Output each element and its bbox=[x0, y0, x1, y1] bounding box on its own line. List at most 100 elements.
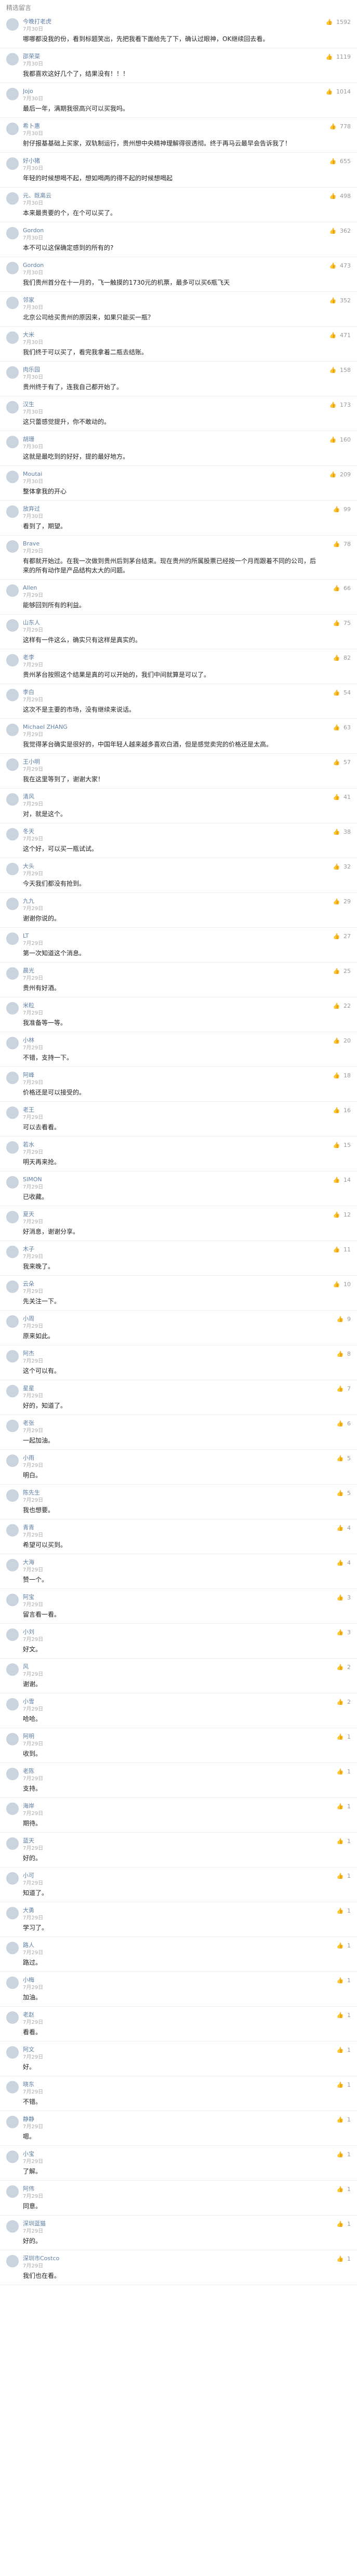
commenter-name[interactable]: 邵荣菜 bbox=[23, 52, 321, 61]
avatar[interactable] bbox=[6, 505, 19, 518]
commenter-name[interactable]: 小可 bbox=[23, 1872, 321, 1880]
like-button[interactable]: 👍 1 bbox=[337, 2047, 351, 2053]
like-button[interactable]: 👍 29 bbox=[333, 898, 351, 905]
like-button[interactable]: 👍 1 bbox=[337, 2186, 351, 2193]
like-button[interactable]: 👍 12 bbox=[333, 1211, 351, 1218]
commenter-name[interactable]: 冬天 bbox=[23, 827, 321, 836]
avatar[interactable] bbox=[6, 192, 19, 205]
like-button[interactable]: 👍 1 bbox=[337, 2116, 351, 2123]
commenter-name[interactable]: 深圳蓝猫 bbox=[23, 2220, 321, 2228]
avatar[interactable] bbox=[6, 53, 19, 65]
avatar[interactable] bbox=[6, 1454, 19, 1467]
like-button[interactable]: 👍 66 bbox=[333, 585, 351, 592]
like-button[interactable]: 👍 471 bbox=[329, 332, 351, 339]
avatar[interactable] bbox=[6, 758, 19, 771]
avatar[interactable] bbox=[6, 619, 19, 632]
commenter-name[interactable]: 希卜惠 bbox=[23, 122, 321, 130]
avatar[interactable] bbox=[6, 1768, 19, 1780]
commenter-name[interactable]: 胡珊 bbox=[23, 435, 321, 444]
like-button[interactable]: 👍 27 bbox=[333, 933, 351, 940]
like-button[interactable]: 👍 362 bbox=[329, 228, 351, 234]
commenter-name[interactable]: 大海 bbox=[23, 1558, 321, 1567]
avatar[interactable] bbox=[6, 1872, 19, 1885]
commenter-name[interactable]: 邻家 bbox=[23, 296, 321, 304]
like-button[interactable]: 👍 1 bbox=[337, 1733, 351, 1740]
like-button[interactable]: 👍 160 bbox=[329, 436, 351, 443]
commenter-name[interactable]: Jojo bbox=[23, 87, 321, 96]
commenter-name[interactable]: 大头 bbox=[23, 862, 321, 871]
commenter-name[interactable]: 风 bbox=[23, 1663, 321, 1671]
commenter-name[interactable]: 海岸 bbox=[23, 1802, 321, 1810]
avatar[interactable] bbox=[6, 2046, 19, 2059]
commenter-name[interactable]: Moutai bbox=[23, 470, 321, 478]
commenter-name[interactable]: Brave bbox=[23, 540, 321, 548]
commenter-name[interactable]: 静静 bbox=[23, 2115, 321, 2124]
like-button[interactable]: 👍 99 bbox=[333, 506, 351, 513]
commenter-name[interactable]: 九九 bbox=[23, 897, 321, 905]
like-button[interactable]: 👍 352 bbox=[329, 297, 351, 304]
commenter-name[interactable]: 阿文 bbox=[23, 2046, 321, 2054]
avatar[interactable] bbox=[6, 123, 19, 135]
avatar[interactable] bbox=[6, 1350, 19, 1363]
commenter-name[interactable]: 老李 bbox=[23, 653, 321, 662]
commenter-name[interactable]: 大米 bbox=[23, 331, 321, 339]
avatar[interactable] bbox=[6, 2116, 19, 2128]
avatar[interactable] bbox=[6, 227, 19, 239]
commenter-name[interactable]: 阿宝 bbox=[23, 1593, 321, 1601]
avatar[interactable] bbox=[6, 1489, 19, 1502]
commenter-name[interactable]: 小雨 bbox=[23, 1454, 321, 1462]
commenter-name[interactable]: 蓝天 bbox=[23, 1837, 321, 1845]
commenter-name[interactable]: 路人 bbox=[23, 1941, 321, 1950]
commenter-name[interactable]: 汉生 bbox=[23, 401, 321, 409]
like-button[interactable]: 👍 2 bbox=[337, 1699, 351, 1705]
avatar[interactable] bbox=[6, 401, 19, 413]
avatar[interactable] bbox=[6, 297, 19, 309]
commenter-name[interactable]: 夏天 bbox=[23, 1210, 321, 1219]
like-button[interactable]: 👍 1 bbox=[337, 2081, 351, 2088]
avatar[interactable] bbox=[6, 1594, 19, 1606]
avatar[interactable] bbox=[6, 540, 19, 553]
avatar[interactable] bbox=[6, 1176, 19, 1189]
avatar[interactable] bbox=[6, 2185, 19, 2198]
commenter-name[interactable]: 晓东 bbox=[23, 2080, 321, 2089]
avatar[interactable] bbox=[6, 1072, 19, 1084]
like-button[interactable]: 👍 10 bbox=[333, 1281, 351, 1288]
like-button[interactable]: 👍 41 bbox=[333, 794, 351, 800]
avatar[interactable] bbox=[6, 967, 19, 980]
commenter-name[interactable]: Gordon bbox=[23, 226, 321, 235]
like-button[interactable]: 👍 11 bbox=[333, 1246, 351, 1253]
avatar[interactable] bbox=[6, 1629, 19, 1641]
like-button[interactable]: 👍 1 bbox=[337, 1768, 351, 1775]
commenter-name[interactable]: 李白 bbox=[23, 688, 321, 697]
like-button[interactable]: 👍 63 bbox=[333, 724, 351, 731]
commenter-name[interactable]: 阿明 bbox=[23, 1732, 321, 1741]
avatar[interactable] bbox=[6, 1315, 19, 1328]
commenter-name[interactable]: 老陈 bbox=[23, 1767, 321, 1776]
like-button[interactable]: 👍 18 bbox=[333, 1072, 351, 1079]
like-button[interactable]: 👍 32 bbox=[333, 863, 351, 870]
commenter-name[interactable]: 好小猪 bbox=[23, 157, 321, 165]
avatar[interactable] bbox=[6, 366, 19, 379]
avatar[interactable] bbox=[6, 1663, 19, 1676]
commenter-name[interactable]: 肉乐园 bbox=[23, 366, 321, 374]
like-button[interactable]: 👍 1 bbox=[337, 1977, 351, 1984]
like-button[interactable]: 👍 14 bbox=[333, 1177, 351, 1183]
avatar[interactable] bbox=[6, 2151, 19, 2163]
avatar[interactable] bbox=[6, 262, 19, 274]
avatar[interactable] bbox=[6, 1524, 19, 1537]
avatar[interactable] bbox=[6, 1246, 19, 1258]
avatar[interactable] bbox=[6, 18, 19, 31]
avatar[interactable] bbox=[6, 1002, 19, 1015]
commenter-name[interactable]: 小周 bbox=[23, 1315, 321, 1323]
commenter-name[interactable]: 小林 bbox=[23, 1036, 321, 1045]
like-button[interactable]: 👍 6 bbox=[337, 1420, 351, 1427]
like-button[interactable]: 👍 209 bbox=[329, 471, 351, 478]
like-button[interactable]: 👍 3 bbox=[337, 1594, 351, 1601]
avatar[interactable] bbox=[6, 1942, 19, 1954]
avatar[interactable] bbox=[6, 471, 19, 483]
avatar[interactable] bbox=[6, 1211, 19, 1223]
like-button[interactable]: 👍 158 bbox=[329, 367, 351, 373]
like-button[interactable]: 👍 57 bbox=[333, 759, 351, 766]
avatar[interactable] bbox=[6, 331, 19, 344]
like-button[interactable]: 👍 1 bbox=[337, 2151, 351, 2158]
